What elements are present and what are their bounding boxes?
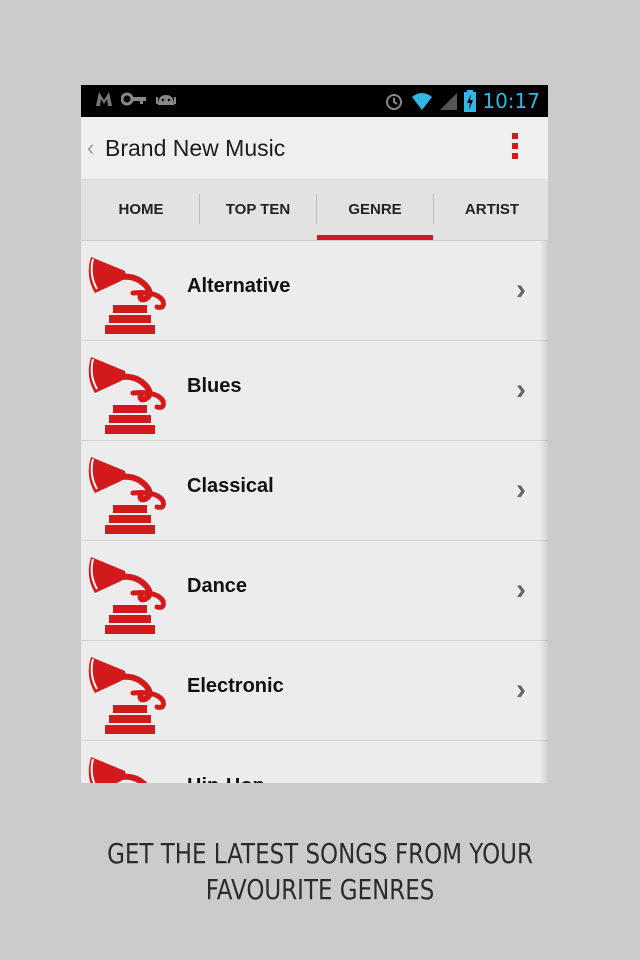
- chevron-right-icon: ›: [516, 573, 526, 606]
- tab-artist[interactable]: ARTIST: [434, 180, 548, 240]
- chevron-right-icon: ›: [516, 473, 526, 506]
- caption-line-2: FAVOURITE GENRES: [205, 873, 435, 906]
- gramophone-icon: [87, 447, 173, 535]
- genre-label: Classical: [187, 475, 274, 497]
- tab-genre[interactable]: GENRE: [317, 180, 433, 240]
- genre-label: Electronic: [187, 675, 284, 697]
- status-bar: 10:17: [81, 85, 548, 117]
- chevron-right-icon: ›: [516, 373, 526, 406]
- genre-label: Alternative: [187, 275, 291, 297]
- alarm-icon: [386, 94, 403, 110]
- genre-row[interactable]: Dance ›: [81, 541, 548, 641]
- genre-row[interactable]: Hip-Hop ›: [81, 741, 548, 783]
- gramophone-icon: [87, 347, 173, 435]
- caption-line-1: GET THE LATEST SONGS FROM YOUR: [107, 837, 533, 870]
- overflow-menu-icon[interactable]: [512, 133, 518, 163]
- chevron-right-icon: ›: [516, 773, 526, 783]
- chevron-left-icon[interactable]: ‹: [87, 135, 94, 161]
- wifi-icon: [412, 93, 433, 110]
- genre-row[interactable]: Alternative ›: [81, 241, 548, 341]
- signal-icon: [440, 93, 458, 110]
- chevron-right-icon: ›: [516, 273, 526, 306]
- genre-label: Dance: [187, 575, 248, 597]
- gramophone-icon: [87, 747, 173, 783]
- promo-caption: GET THE LATEST SONGS FROM YOUR FAVOURITE…: [58, 836, 583, 908]
- selected-tab-indicator: [317, 235, 433, 240]
- genre-row[interactable]: Blues ›: [81, 341, 548, 441]
- action-bar: ‹ Brand New Music: [81, 117, 548, 180]
- genre-list: Alternative › Blues › Classical › Dance › Electr…: [81, 241, 548, 783]
- gramophone-icon: [87, 547, 173, 635]
- key-icon: [121, 92, 146, 106]
- genre-label: Hip-Hop: [187, 775, 265, 783]
- tab-home[interactable]: HOME: [83, 180, 199, 240]
- tab-top-ten[interactable]: TOP TEN: [200, 180, 316, 240]
- battery-charging-icon: [464, 90, 477, 112]
- genre-row[interactable]: Electronic ›: [81, 641, 548, 741]
- phone-screen: 10:17 ‹ Brand New Music HOME TOP TEN GEN…: [81, 85, 548, 783]
- chevron-right-icon: ›: [516, 673, 526, 706]
- app-title[interactable]: Brand New Music: [105, 135, 285, 162]
- genre-row[interactable]: Classical ›: [81, 441, 548, 541]
- genre-label: Blues: [187, 375, 242, 397]
- gramophone-icon: [87, 647, 173, 735]
- tab-bar: HOME TOP TEN GENRE ARTIST: [81, 180, 548, 241]
- gmail-icon: [96, 92, 112, 106]
- gramophone-icon: [87, 247, 173, 335]
- clock: 10:17: [482, 89, 540, 113]
- android-icon: [156, 95, 176, 105]
